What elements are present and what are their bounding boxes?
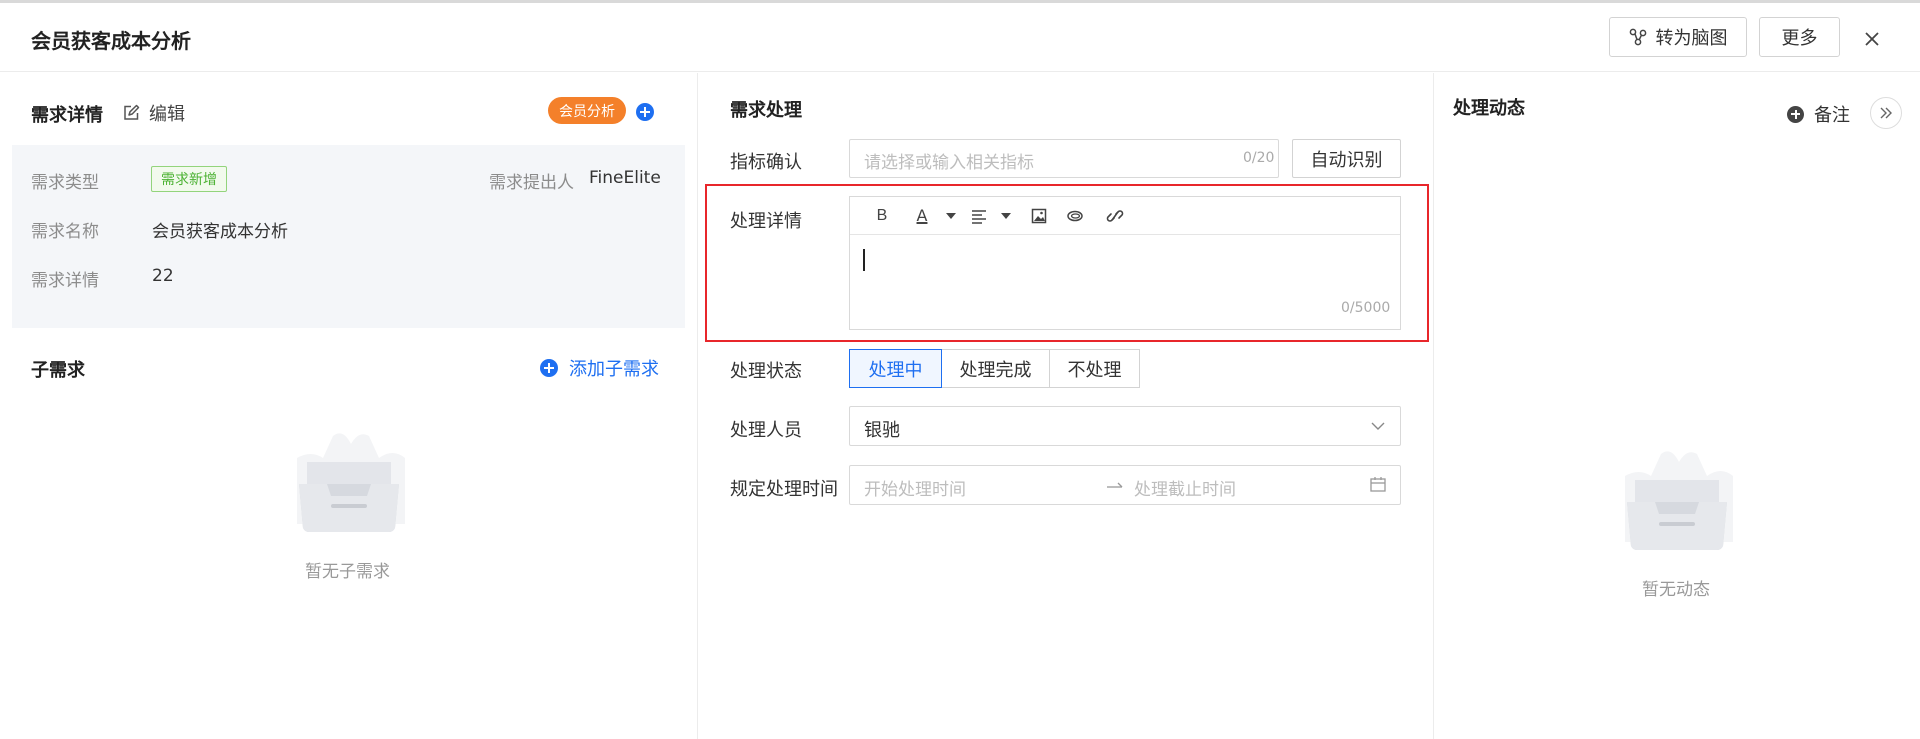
empty-box-icon	[297, 433, 405, 532]
empty-box-icon	[1625, 451, 1733, 550]
double-chevron-right-icon	[1880, 107, 1892, 119]
sub-demand-title: 子需求	[31, 360, 85, 381]
panel-divider-right	[1433, 73, 1434, 739]
detail-value: 22	[152, 266, 174, 286]
add-sub-demand-button[interactable]: 添加子需求	[540, 355, 659, 381]
deadline-label: 规定处理时间	[730, 479, 838, 500]
edit-label: 编辑	[149, 104, 185, 125]
text-cursor	[863, 249, 865, 271]
name-label: 需求名称	[31, 222, 99, 242]
submitter-value: FineElite	[589, 168, 661, 188]
rich-text-editor[interactable]: B A 0/5000	[849, 196, 1401, 330]
sub-empty-text: 暂无子需求	[305, 562, 390, 582]
page-title: 会员获客成本分析	[31, 29, 191, 53]
name-value: 会员获客成本分析	[152, 222, 288, 242]
add-circle-icon	[540, 359, 558, 377]
close-icon[interactable]	[1862, 29, 1882, 49]
time-range-picker[interactable]: 开始处理时间 处理截止时间	[849, 465, 1401, 505]
link-icon[interactable]	[1106, 206, 1124, 226]
add-tag-icon[interactable]	[636, 103, 654, 121]
expand-panel-button[interactable]	[1870, 97, 1902, 129]
align-icon[interactable]	[970, 206, 988, 226]
handler-value: 银驰	[864, 420, 900, 441]
status-option-done[interactable]: 处理完成	[941, 349, 1050, 388]
bold-button[interactable]: B	[874, 206, 890, 226]
activity-empty-text: 暂无动态	[1642, 580, 1710, 600]
detail-count: 0/5000	[1341, 300, 1391, 316]
type-tag: 需求新增	[151, 166, 227, 192]
font-color-button[interactable]: A	[912, 206, 932, 226]
attachment-icon[interactable]	[1066, 206, 1084, 226]
header: 会员获客成本分析 转为脑图 更多	[0, 3, 1920, 72]
category-tag: 会员分析	[548, 97, 626, 124]
status-label: 处理状态	[730, 361, 802, 382]
metric-label: 指标确认	[730, 152, 802, 173]
metric-placeholder: 请选择或输入相关指标	[864, 153, 1034, 173]
add-circle-icon	[1787, 105, 1804, 123]
arrow-right-icon	[1107, 482, 1123, 488]
add-note-button[interactable]: 备注	[1787, 101, 1850, 127]
demand-detail-title: 需求详情	[31, 105, 103, 126]
process-detail-label: 处理详情	[730, 211, 802, 232]
status-option-none[interactable]: 不处理	[1049, 349, 1140, 388]
edit-button[interactable]: 编辑	[122, 100, 185, 126]
start-time-placeholder: 开始处理时间	[864, 480, 966, 500]
handler-label: 处理人员	[730, 420, 802, 441]
convert-mindmap-label: 转为脑图	[1655, 28, 1728, 49]
processing-title: 需求处理	[730, 100, 802, 121]
editor-toolbar: B A	[850, 197, 1400, 235]
submitter-label: 需求提出人	[489, 173, 574, 193]
mindmap-icon	[1629, 28, 1646, 46]
image-icon[interactable]	[1031, 206, 1047, 226]
align-dropdown-icon[interactable]	[1000, 206, 1012, 226]
end-time-placeholder: 处理截止时间	[1134, 480, 1236, 500]
metric-count: 0/20	[1243, 150, 1275, 166]
chevron-down-icon	[1371, 422, 1385, 430]
add-note-label: 备注	[1814, 105, 1850, 126]
auto-identify-button[interactable]: 自动识别	[1292, 139, 1401, 178]
status-segmented-control: 处理中 处理完成 不处理	[849, 349, 1140, 388]
handler-select[interactable]: 银驰	[849, 406, 1401, 446]
add-sub-demand-label: 添加子需求	[569, 359, 659, 380]
demand-info-box	[12, 145, 685, 328]
metric-input[interactable]: 请选择或输入相关指标 0/20	[849, 139, 1279, 178]
more-button[interactable]: 更多	[1759, 17, 1840, 57]
font-color-icon: A	[916, 206, 928, 225]
font-color-dropdown-icon[interactable]	[945, 206, 957, 226]
type-label: 需求类型	[31, 173, 99, 193]
convert-mindmap-button[interactable]: 转为脑图	[1609, 17, 1747, 57]
detail-label: 需求详情	[31, 271, 99, 291]
activity-title: 处理动态	[1453, 98, 1525, 119]
calendar-icon	[1370, 477, 1386, 492]
status-option-processing[interactable]: 处理中	[849, 349, 942, 388]
panel-divider-left	[697, 73, 698, 739]
edit-icon	[124, 104, 140, 120]
